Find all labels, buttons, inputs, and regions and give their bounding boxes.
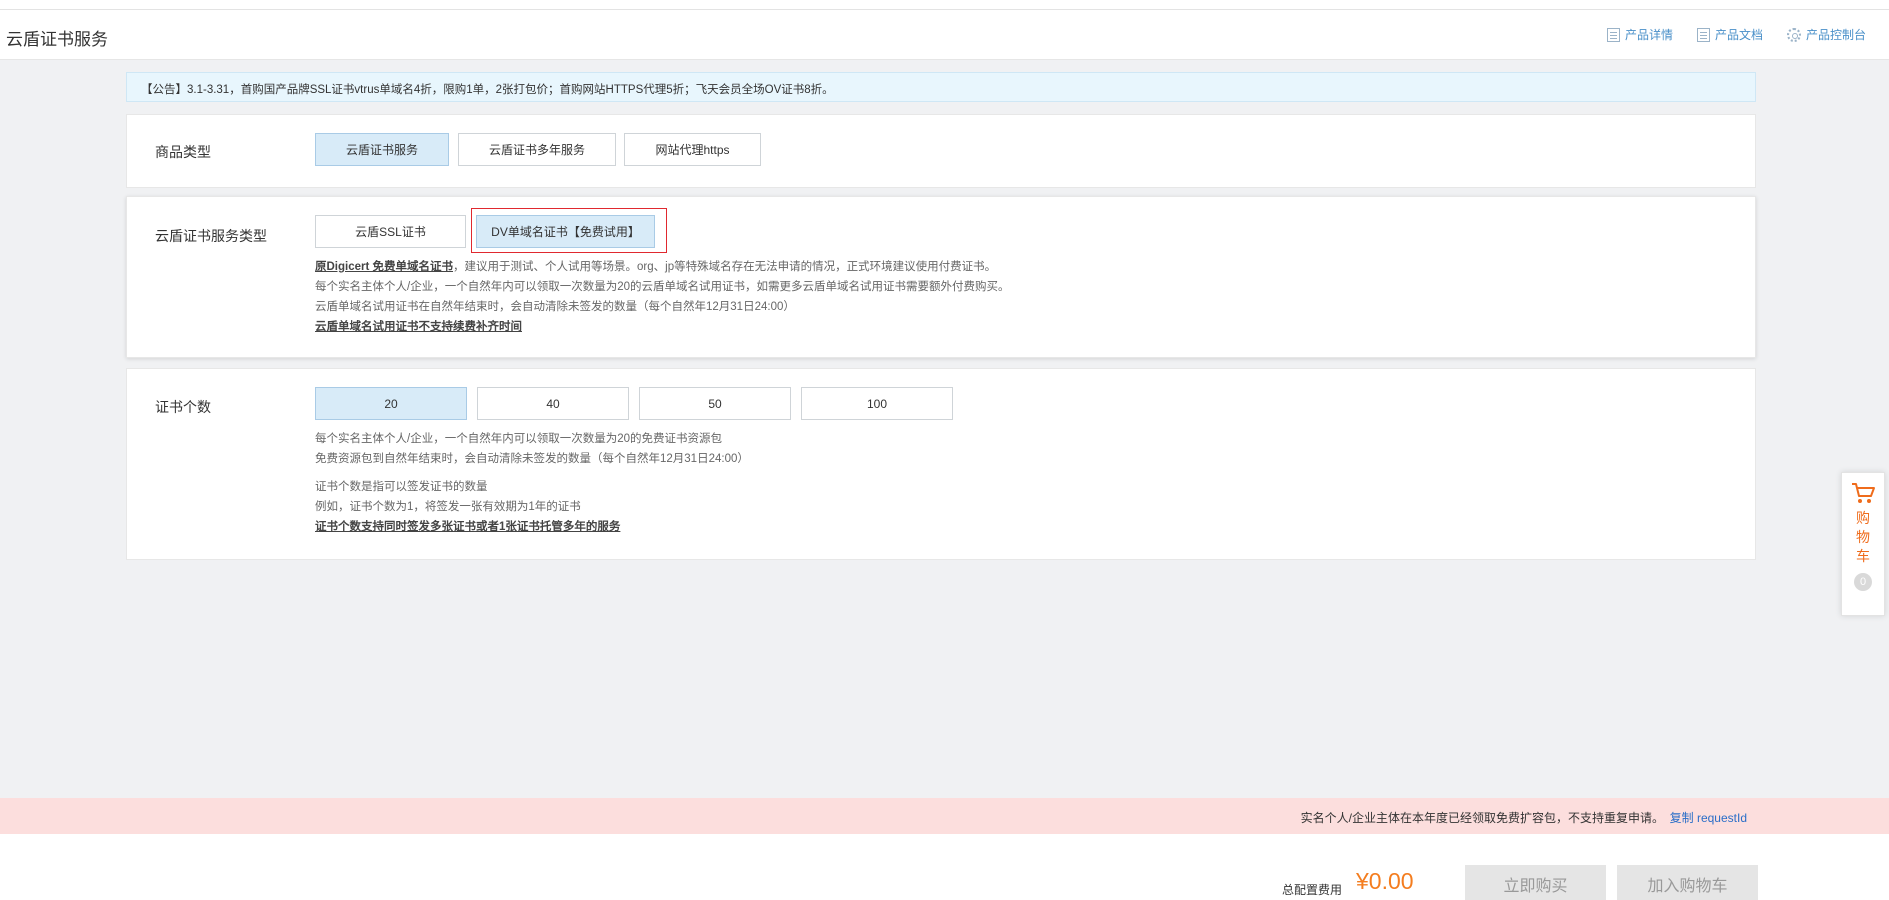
no-renewal-link[interactable]: 云盾单域名试用证书不支持续费补齐时间 [315,317,1009,337]
count-desc-line-2: 免费资源包到自然年结束时，会自动清除未签发的数量（每个自然年12月31日24:0… [315,453,749,465]
cart-label: 购物车 [1856,510,1870,564]
announcement-banner: 【公告】3.1-3.31，首购国产品牌SSL证书vtrus单域名4折，限购1单，… [126,72,1756,102]
total-label: 总配置费用 [1282,883,1343,897]
option-cert-multiyear[interactable]: 云盾证书多年服务 [458,133,616,166]
option-website-proxy[interactable]: 网站代理https [624,133,761,166]
doc-icon [1696,27,1710,42]
service-type-panel: 云盾证书服务类型 云盾SSL证书 DV单域名证书【免费试用】 原Digicert… [126,196,1756,358]
total-price: ¥0.00 [1356,868,1414,894]
cert-count-panel: 证书个数 20 40 50 100 每个实名主体个人/企业，一个自然年内可以领取… [126,368,1756,560]
product-console-link[interactable]: 产品控制台 [1786,26,1866,43]
digicert-link[interactable]: 原Digicert 免费单域名证书 [315,261,453,273]
multi-cert-link[interactable]: 证书个数支持同时签发多张证书或者1张证书托管多年的服务 [315,517,749,537]
desc-line-2: 每个实名主体个人/企业，一个自然年内可以领取一次数量为20的云盾单域名试用证书，… [315,281,1010,293]
count-option-40[interactable]: 40 [477,387,629,420]
desc-line-1: 原Digicert 免费单域名证书，建议用于测试、个人试用等场景。org、jp等… [315,257,1009,277]
add-to-cart-button[interactable]: 加入购物车 [1617,865,1758,900]
desc-line-3: 云盾单域名试用证书在自然年结束时，会自动清除未签发的数量（每个自然年12月31日… [315,301,795,313]
count-option-20[interactable]: 20 [315,387,467,420]
alert-message: 实名个人/企业主体在本年度已经领取免费扩容包，不支持重复申请。 [1300,811,1664,825]
count-desc-line-4: 例如，证书个数为1，将签发一张有效期为1年的证书 [315,501,581,513]
product-details-link[interactable]: 产品详情 [1606,26,1673,43]
count-desc-line-3: 证书个数是指可以签发证书的数量 [315,481,488,493]
product-console-label: 产品控制台 [1805,28,1866,42]
option-dv-free-trial[interactable]: DV单域名证书【免费试用】 [476,215,655,248]
header-links: 产品详情 产品文档 产品控制台 [1606,26,1866,43]
desc-line-1-text: ，建议用于测试、个人试用等场景。org、jp等特殊域名存在无法申请的情况，正式环… [453,261,997,273]
cert-count-description: 每个实名主体个人/企业，一个自然年内可以领取一次数量为20的免费证书资源包 免费… [315,429,749,537]
count-desc-line-1: 每个实名主体个人/企业，一个自然年内可以领取一次数量为20的免费证书资源包 [315,433,722,445]
buy-now-button[interactable]: 立即购买 [1465,865,1606,900]
product-type-label: 商品类型 [155,144,211,160]
page-header: 云盾证书服务 产品详情 产品文档 产品控制台 [0,10,1889,60]
alert-bar: 实名个人/企业主体在本年度已经领取免费扩容包，不支持重复申请。 复制 reque… [0,798,1889,834]
count-option-100[interactable]: 100 [801,387,953,420]
cert-count-label: 证书个数 [155,399,211,415]
count-option-50[interactable]: 50 [639,387,791,420]
doc-icon [1606,27,1620,42]
copy-requestid-link[interactable]: 复制 requestId [1670,809,1747,826]
order-footer: 总配置费用 ¥0.00 立即购买 加入购物车 [0,834,1889,900]
product-type-panel: 商品类型 云盾证书服务 云盾证书多年服务 网站代理https [126,114,1756,188]
page-title: 云盾证书服务 [6,30,108,49]
option-ssl-cert[interactable]: 云盾SSL证书 [315,215,466,248]
service-type-description: 原Digicert 免费单域名证书，建议用于测试、个人试用等场景。org、jp等… [315,257,1009,337]
service-type-label: 云盾证书服务类型 [155,228,267,244]
cart-count-badge: 0 [1854,573,1872,591]
shopping-cart-widget[interactable]: 购物车 0 [1841,472,1885,616]
cart-icon [1852,483,1875,503]
product-docs-link[interactable]: 产品文档 [1696,26,1763,43]
product-docs-label: 产品文档 [1714,28,1763,42]
top-border [0,0,1889,10]
gear-icon [1786,27,1801,42]
product-details-label: 产品详情 [1624,28,1673,42]
option-cert-service[interactable]: 云盾证书服务 [315,133,449,166]
